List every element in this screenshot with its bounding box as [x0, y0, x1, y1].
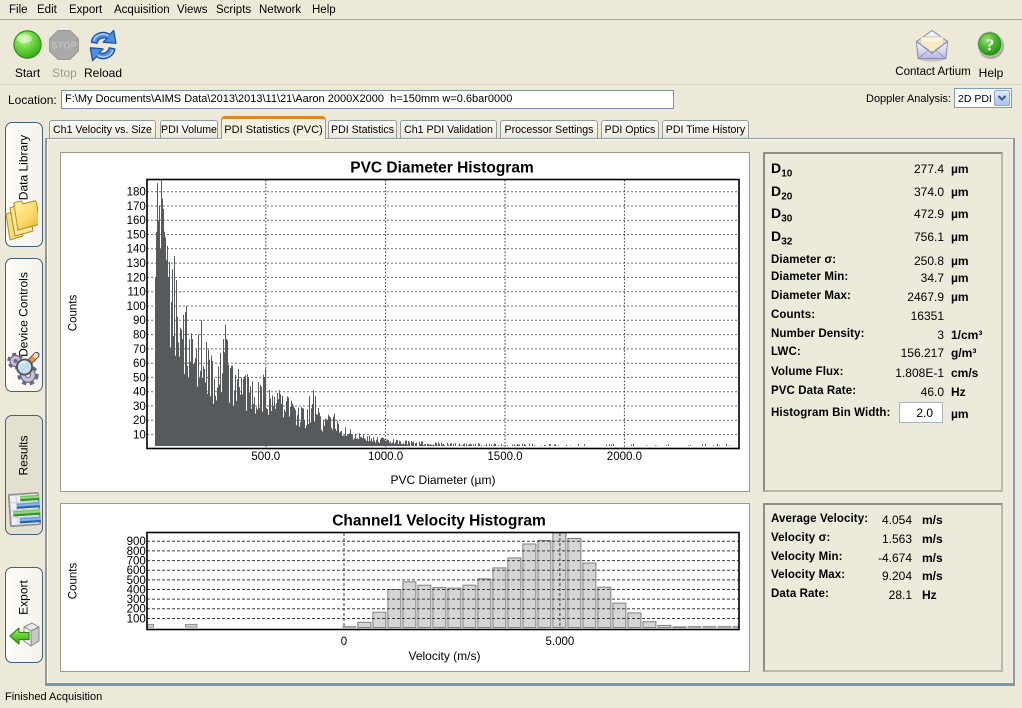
svg-text:Velocity (m/s): Velocity (m/s): [408, 649, 480, 663]
svg-text:?: ?: [986, 36, 995, 55]
svg-text:100: 100: [127, 301, 146, 313]
svg-text:180: 180: [127, 187, 146, 199]
svg-text:500.0: 500.0: [251, 451, 280, 463]
svg-text:900: 900: [127, 536, 146, 548]
svg-text:1000.0: 1000.0: [368, 451, 403, 463]
svg-text:20: 20: [133, 415, 146, 427]
svg-text:80: 80: [133, 330, 146, 342]
svg-text:2000.0: 2000.0: [607, 451, 642, 463]
svg-text:90: 90: [133, 315, 146, 327]
svg-text:160: 160: [127, 215, 146, 227]
svg-text:1500.0: 1500.0: [487, 451, 522, 463]
svg-text:150: 150: [127, 229, 146, 241]
svg-text:5.000: 5.000: [546, 636, 575, 648]
svg-text:10: 10: [133, 430, 146, 442]
svg-text:STOP: STOP: [51, 41, 77, 52]
svg-text:30: 30: [133, 401, 146, 413]
svg-text:120: 120: [127, 272, 146, 284]
svg-text:PVC Diameter (µm): PVC Diameter (µm): [391, 473, 496, 487]
svg-text:110: 110: [127, 287, 145, 299]
svg-text:170: 170: [127, 201, 146, 213]
svg-text:130: 130: [127, 258, 146, 270]
svg-text:Counts: Counts: [68, 563, 80, 600]
svg-text:60: 60: [133, 358, 146, 370]
svg-text:0: 0: [341, 636, 347, 648]
svg-text:140: 140: [127, 244, 146, 256]
svg-text:PVC Diameter Histogram: PVC Diameter Histogram: [350, 160, 533, 177]
svg-text:Channel1 Velocity Histogram: Channel1 Velocity Histogram: [332, 513, 546, 530]
svg-text:Counts: Counts: [68, 295, 80, 332]
svg-text:50: 50: [133, 372, 146, 384]
svg-text:40: 40: [133, 387, 146, 399]
svg-text:70: 70: [133, 344, 146, 356]
